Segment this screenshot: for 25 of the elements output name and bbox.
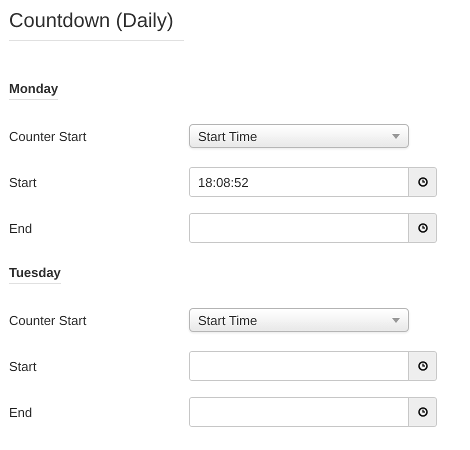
clock-button[interactable] — [409, 167, 437, 197]
field-label: Start — [9, 174, 38, 190]
page-title: Countdown (Daily) — [9, 8, 184, 41]
field-label: Counter Start — [9, 312, 88, 328]
field-label: Counter Start — [9, 128, 88, 144]
clock-button[interactable] — [409, 397, 437, 427]
field-label: Start — [9, 358, 38, 374]
clock-button[interactable] — [409, 213, 437, 243]
day-heading: Monday — [9, 80, 58, 100]
field-label: End — [9, 404, 34, 420]
counter-start-select[interactable]: Start Time — [189, 308, 409, 332]
clock-icon — [418, 223, 428, 233]
field-label: End — [9, 220, 34, 236]
clock-icon — [418, 177, 428, 187]
time-field[interactable] — [189, 397, 409, 427]
clock-button[interactable] — [409, 351, 437, 381]
day-heading: Tuesday — [9, 264, 61, 284]
time-field[interactable]: 18:08:52 — [189, 167, 409, 197]
caret-icon — [392, 318, 400, 322]
counter-start-select[interactable]: Start Time — [189, 124, 409, 148]
clock-icon — [418, 361, 428, 371]
time-field[interactable] — [189, 213, 409, 243]
clock-icon — [418, 407, 428, 417]
caret-icon — [392, 134, 400, 138]
time-field[interactable] — [189, 351, 409, 381]
